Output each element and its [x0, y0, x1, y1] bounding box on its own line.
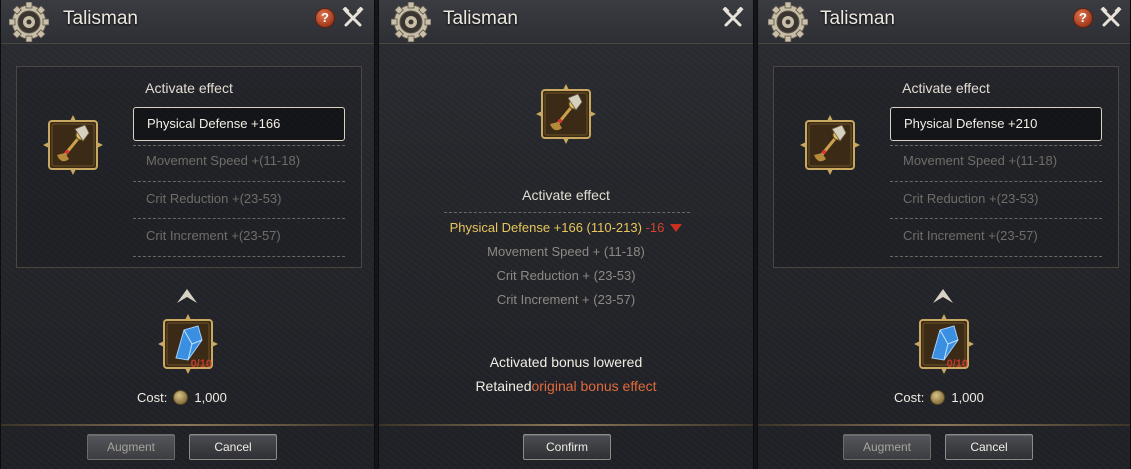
tools-icon[interactable] [342, 7, 364, 29]
coin-icon [173, 390, 189, 405]
result-primary-row: Physical Defense +166 (110-213) -16 [379, 220, 753, 235]
gear-icon [9, 2, 49, 42]
result-delta: -16 [645, 220, 665, 235]
result-option: Crit Reduction + (23-53) [496, 268, 636, 283]
effect-option[interactable]: Crit Reduction +(23-53) [133, 183, 345, 217]
effect-option[interactable]: Crit Reduction +(23-53) [890, 183, 1102, 217]
talisman-panel-before: Talisman ? Activate effect Physical Defe… [0, 0, 375, 469]
tools-icon[interactable] [722, 7, 744, 29]
talisman-icon[interactable] [43, 115, 103, 175]
divider [444, 212, 690, 213]
up-arrow-icon [933, 289, 953, 303]
coin-icon [930, 390, 946, 405]
effect-option-selected[interactable]: Physical Defense +210 [890, 107, 1102, 141]
up-arrow-icon [177, 289, 197, 303]
material-count: 0/10 [946, 358, 968, 370]
talisman-panel-result: Talisman Activate effect Physical Defens… [378, 0, 754, 469]
notice-line1: Activated bonus lowered [489, 354, 643, 370]
notice-prefix: Retained [475, 378, 532, 394]
notice-highlight: original bonus effect [531, 378, 657, 394]
tools-icon[interactable] [1100, 7, 1122, 29]
down-arrow-icon [670, 224, 683, 232]
material-count: 0/10 [190, 358, 212, 370]
gear-icon [391, 2, 431, 42]
help-icon[interactable]: ? [315, 8, 335, 28]
panel-title: Talisman [443, 8, 518, 29]
divider [890, 181, 1102, 182]
divider [890, 218, 1102, 219]
divider [133, 218, 345, 219]
cancel-button[interactable]: Cancel [945, 434, 1033, 460]
confirm-button[interactable]: Confirm [523, 434, 611, 460]
title-bar: Talisman ? [1, 0, 374, 44]
talisman-icon[interactable] [536, 84, 596, 144]
gear-icon [768, 2, 808, 42]
cost-row: Cost: 1,000 [137, 390, 227, 405]
panel-title: Talisman [820, 8, 895, 29]
cost-label: Cost: [137, 390, 168, 405]
divider [890, 256, 1102, 257]
box-header: Activate effect [145, 80, 233, 96]
material-slot[interactable]: 0/10 [913, 313, 975, 375]
talisman-panel-after: Talisman ? Activate effect Physical Defe… [757, 0, 1131, 469]
panel-title: Talisman [63, 8, 138, 29]
augment-button[interactable]: Augment [843, 434, 931, 460]
result-option: Movement Speed + (11-18) [487, 244, 645, 259]
divider [133, 256, 345, 257]
effect-option[interactable]: Movement Speed +(11-18) [133, 145, 345, 179]
cancel-button[interactable]: Cancel [189, 434, 277, 460]
effect-box: Activate effect Physical Defense +166 Mo… [16, 66, 362, 268]
title-bar: Talisman [379, 0, 753, 44]
bottom-divider [1, 424, 374, 426]
effect-option[interactable]: Movement Speed +(11-18) [890, 145, 1102, 179]
cost-label: Cost: [894, 390, 925, 405]
bottom-divider [379, 424, 753, 426]
effect-option[interactable]: Crit Increment +(23-57) [133, 220, 345, 254]
material-slot[interactable]: 0/10 [157, 313, 219, 375]
effect-box: Activate effect Physical Defense +210 Mo… [773, 66, 1119, 268]
cost-value: 1,000 [194, 390, 227, 405]
result-header: Activate effect [522, 187, 610, 203]
cost-value: 1,000 [951, 390, 984, 405]
help-icon[interactable]: ? [1073, 8, 1093, 28]
effect-option[interactable]: Crit Increment +(23-57) [890, 220, 1102, 254]
result-option: Crit Increment + (23-57) [496, 292, 636, 307]
cost-row: Cost: 1,000 [894, 390, 984, 405]
divider [133, 181, 345, 182]
effect-option-selected[interactable]: Physical Defense +166 [133, 107, 345, 141]
notice-line2: Retainedoriginal bonus effect [379, 378, 753, 394]
result-primary: Physical Defense +166 (110-213) [449, 220, 642, 235]
talisman-icon[interactable] [800, 115, 860, 175]
box-header: Activate effect [902, 80, 990, 96]
bottom-divider [758, 424, 1130, 426]
augment-button[interactable]: Augment [87, 434, 175, 460]
title-bar: Talisman ? [758, 0, 1130, 44]
